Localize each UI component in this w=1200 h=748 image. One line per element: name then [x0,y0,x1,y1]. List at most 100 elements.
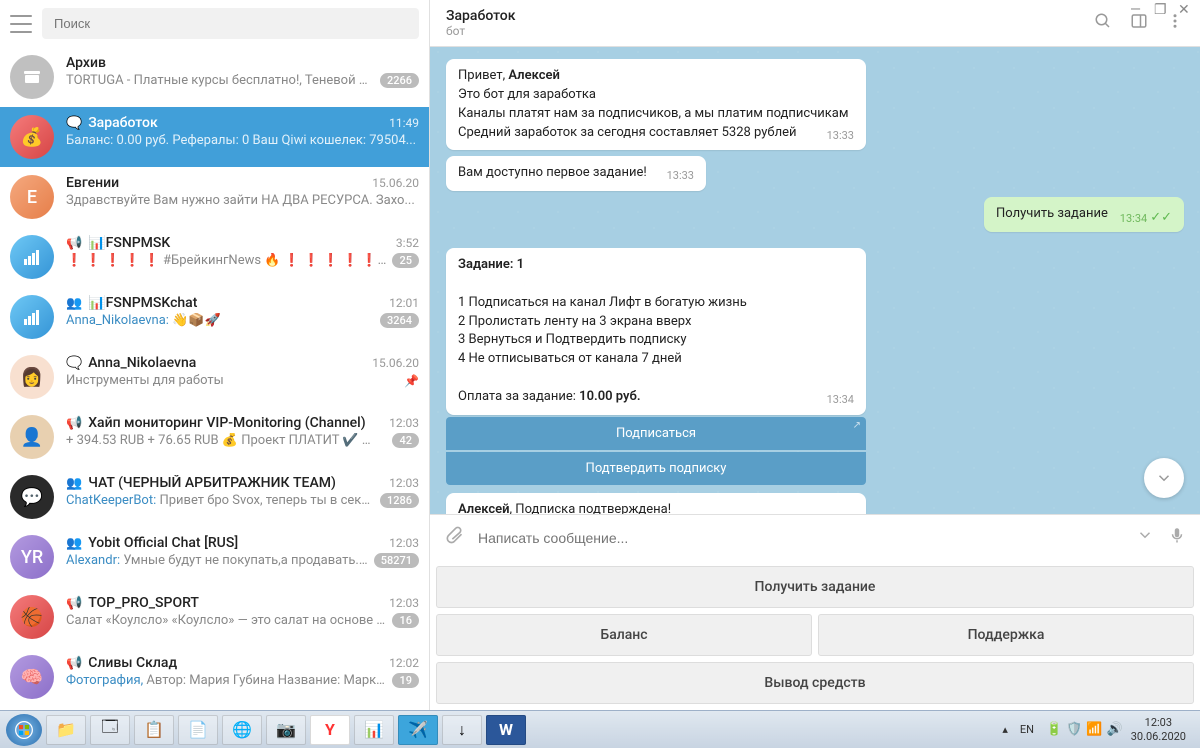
search-input[interactable] [42,8,419,39]
message-time: 13:34 [827,392,854,408]
tray-icon[interactable]: 🔋 [1046,722,1062,737]
language-indicator[interactable]: EN [1016,721,1038,738]
system-tray: ▴ EN 🔋 🛡️ 📶 🔊 12:03 30.06.2020 [1002,716,1194,742]
inline-button-confirm[interactable]: Подтвердить подписку [446,452,866,485]
chat-preview: Баланс: 0.00 руб. Рефералы: 0 Ваш Qiwi к… [66,133,419,148]
chat-item[interactable]: 💬 👥ЧАТ (ЧЕРНЫЙ АРБИТРАЖНИК TEAM)12:03 Ch… [0,467,429,527]
badge: 3264 [380,313,419,328]
badge: 42 [392,433,419,448]
task-explorer[interactable]: 📁 [46,715,86,745]
chat-name: 📊FSNPMSK [88,235,392,251]
tray-network-icon[interactable]: 📶 [1086,722,1102,737]
task-app[interactable]: 🗔 [90,715,130,745]
tray-arrow-icon[interactable]: ▴ [1002,723,1008,736]
message-input-bar [430,514,1200,560]
chat-item[interactable]: 🧠 📢Сливы Склад12:02 Фотография, Автор: М… [0,647,429,707]
tray-icon[interactable]: 🛡️ [1066,722,1082,737]
avatar: YR [10,535,54,579]
chat-time: 3:52 [396,236,419,250]
chat-time: 12:03 [389,596,419,610]
kb-get-task[interactable]: Получить задание [436,566,1194,608]
message-input[interactable] [478,530,1122,546]
message-in: Алексей, Подписка подтверждена! На ваш б… [446,493,866,514]
chat-preview: + 394.53 RUB + 76.65 RUB 💰 Проект ПЛАТИТ… [66,433,386,448]
menu-icon[interactable] [10,15,32,33]
chat-time: 11:49 [389,116,419,130]
task-chrome[interactable]: 🌐 [222,715,262,745]
chat-item[interactable]: 🏀 📢TOP_PRO_SPORT12:03 Салат «Коулсло» «К… [0,587,429,647]
task-app[interactable]: 📄 [178,715,218,745]
message-time: 13:34 ✓✓ [1120,209,1172,228]
emoji-icon[interactable] [1136,526,1154,549]
inline-button-subscribe[interactable]: Подписаться↗ [446,417,866,450]
avatar: 💰 [10,115,54,159]
chat-title: Заработок [446,8,1094,24]
badge: 16 [392,613,419,628]
archive-item[interactable]: Архив TORTUGA - Платные курсы бесплатно!… [0,47,429,107]
chat-name: Архив [66,55,419,71]
channel-icon: 📢 [66,656,82,671]
chat-item[interactable]: 📢📊FSNPMSK3:52 ❗ ❗ ❗ ❗ ❗ #БрейкингNews 🔥 … [0,227,429,287]
avatar: 👩 [10,355,54,399]
chat-preview: Anna_Nikolaevna: 👋📦🚀 [66,313,374,328]
window-maximize[interactable]: ❐ [1154,2,1168,16]
task-app[interactable]: ↓ [442,715,482,745]
chat-time: 15.06.20 [372,176,419,190]
chat-time: 12:02 [389,656,419,670]
chat-header: Заработок бот [430,0,1200,47]
tray-volume-icon[interactable]: 🔊 [1107,722,1123,737]
kb-balance[interactable]: Баланс [436,614,812,656]
window-minimize[interactable]: — [1130,2,1144,16]
external-link-icon: ↗ [853,420,861,431]
read-checks-icon: ✓✓ [1150,209,1172,228]
message-in: Вам доступно первое задание!13:33 [446,156,706,191]
chat-name: TOP_PRO_SPORT [88,595,385,611]
messages-area: Привет, Алексей Это бот для заработка Ка… [430,47,1200,514]
chat-item[interactable]: YR 👥Yobit Official Chat [RUS]12:03 Alexa… [0,527,429,587]
avatar [10,235,54,279]
avatar: 👤 [10,415,54,459]
message-out: Получить задание13:34 ✓✓ [984,197,1184,232]
channel-icon: 📢 [66,416,82,431]
chat-item[interactable]: 👥📊FSNPMSKchat12:01 Anna_Nikolaevna: 👋📦🚀3… [0,287,429,347]
bot-icon: 🗨️ [66,356,82,371]
search-icon[interactable] [1094,12,1112,34]
chat-item[interactable]: 👩 🗨️Anna_Nikolaevna15.06.20 Инструменты … [0,347,429,407]
task-telegram[interactable]: ✈️ [398,715,438,745]
kb-support[interactable]: Поддержка [818,614,1194,656]
start-button[interactable] [6,714,42,746]
task-app[interactable]: 📷 [266,715,306,745]
chat-preview: Alexandr: Умные будут не покупать,а прод… [66,553,368,568]
chat-item[interactable]: Е Евгении15.06.20 Здравствуйте Вам нужно… [0,167,429,227]
group-icon: 👥 [66,536,82,551]
chat-time: 12:03 [389,416,419,430]
task-yandex[interactable]: Y [310,715,350,745]
task-word[interactable]: W [486,715,526,745]
message-in: Задание: 1 1 Подписаться на канал Лифт в… [446,248,866,415]
chat-time: 12:01 [389,296,419,310]
chat-name: Хайп мониторинг VIP-Monitoring (Channel) [88,415,385,431]
chat-subtitle: бот [446,24,1094,38]
attach-icon[interactable] [444,525,464,550]
badge: 2266 [380,73,419,88]
archive-icon [10,55,54,99]
badge: 58271 [374,553,419,568]
group-icon: 👥 [66,296,82,311]
bot-keyboard: Получить задание Баланс Поддержка Вывод … [430,560,1200,710]
chat-preview: Инструменты для работы [66,373,398,388]
task-app[interactable]: 📋 [134,715,174,745]
window-close[interactable]: ✕ [1178,2,1192,16]
task-app[interactable]: 📊 [354,715,394,745]
mic-icon[interactable] [1168,526,1186,549]
chat-preview: Здравствуйте Вам нужно зайти НА ДВА РЕСУ… [66,193,419,208]
chat-time: 15.06.20 [372,356,419,370]
kb-withdraw[interactable]: Вывод средств [436,662,1194,704]
clock[interactable]: 12:03 30.06.2020 [1131,716,1186,742]
chat-item[interactable]: 👤 📢 Хайп мониторинг VIP-Monitoring (Chann… [0,407,429,467]
group-icon: 👥 [66,476,82,491]
chat-preview: ❗ ❗ ❗ ❗ ❗ #БрейкингNews 🔥 ❗ ❗ ❗ ❗ ❗ ... [66,253,386,268]
scroll-down-button[interactable] [1144,458,1184,498]
chat-preview: ChatKeeperBot: Привет бро Svox, теперь т… [66,493,374,508]
chat-item-zarabotok[interactable]: 💰 🗨️Заработок11:49 Баланс: 0.00 руб. Реф… [0,107,429,167]
badge: 25 [392,253,419,268]
